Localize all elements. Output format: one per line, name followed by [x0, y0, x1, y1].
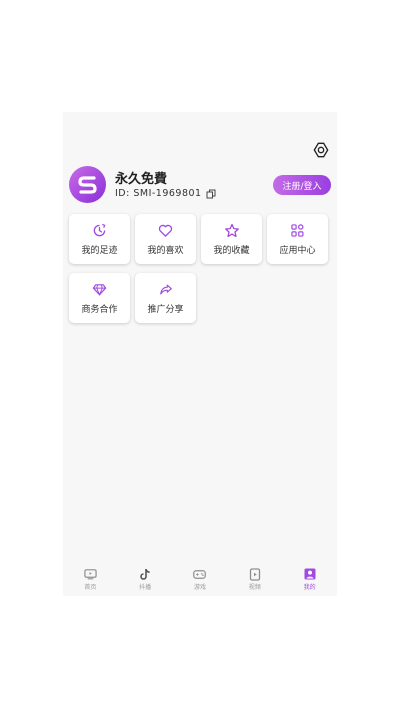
apps-icon: [290, 223, 306, 239]
menu-item-label: 应用中心: [279, 245, 316, 256]
star-icon: [224, 223, 240, 239]
user-icon: [303, 568, 316, 581]
menu-item-history[interactable]: 我的足迹: [69, 214, 130, 264]
app-screen: 永久免費 ID: SMI-1969801 注册/登入 我的足迹 我的喜欢 我的收…: [63, 112, 337, 596]
history-icon: [92, 223, 108, 239]
tab-video[interactable]: 视频: [231, 567, 279, 591]
user-id-row: ID: SMI-1969801: [115, 188, 216, 199]
tab-label: 游戏: [193, 583, 206, 591]
menu-item-share[interactable]: 推广分享: [135, 273, 196, 323]
user-id: ID: SMI-1969801: [115, 188, 202, 199]
menu-item-app-center[interactable]: 应用中心: [267, 214, 328, 264]
logo-icon: [77, 175, 97, 194]
nickname: 永久免費: [115, 172, 168, 187]
login-register-button[interactable]: 注册/登入: [273, 175, 331, 195]
video-icon: [248, 567, 261, 581]
copy-icon[interactable]: [206, 189, 216, 199]
tiktok-icon: [139, 568, 152, 581]
tab-games[interactable]: 游戏: [176, 568, 224, 591]
tab-mine[interactable]: 我的: [286, 568, 334, 591]
menu-item-label: 我的收藏: [213, 245, 250, 256]
profile-header: 永久免費 ID: SMI-1969801 注册/登入: [69, 166, 331, 206]
menu-item-likes[interactable]: 我的喜欢: [135, 214, 196, 264]
tab-label: 抖播: [139, 583, 152, 591]
menu-grid: 我的足迹 我的喜欢 我的收藏 应用中心 商务合作 推广分享: [69, 214, 333, 323]
avatar[interactable]: [69, 166, 106, 203]
tab-label: 视频: [248, 583, 261, 591]
tv-icon: [84, 568, 97, 581]
menu-item-label: 我的喜欢: [147, 245, 184, 256]
share-icon: [158, 282, 174, 298]
tab-label: 我的: [303, 583, 316, 591]
bottom-tab-bar: 首页 抖播 游戏 视频 我的: [63, 562, 337, 596]
gamepad-icon: [193, 568, 207, 581]
menu-item-label: 商务合作: [81, 304, 118, 315]
menu-item-label: 我的足迹: [81, 245, 118, 256]
gear-icon[interactable]: [311, 140, 331, 160]
menu-item-label: 推广分享: [147, 304, 184, 315]
tab-home[interactable]: 首页: [66, 568, 114, 591]
diamond-icon: [92, 282, 108, 298]
tab-douyin[interactable]: 抖播: [121, 568, 169, 591]
menu-item-favorites[interactable]: 我的收藏: [201, 214, 262, 264]
tab-label: 首页: [84, 583, 97, 591]
heart-icon: [158, 223, 174, 239]
menu-item-business[interactable]: 商务合作: [69, 273, 130, 323]
